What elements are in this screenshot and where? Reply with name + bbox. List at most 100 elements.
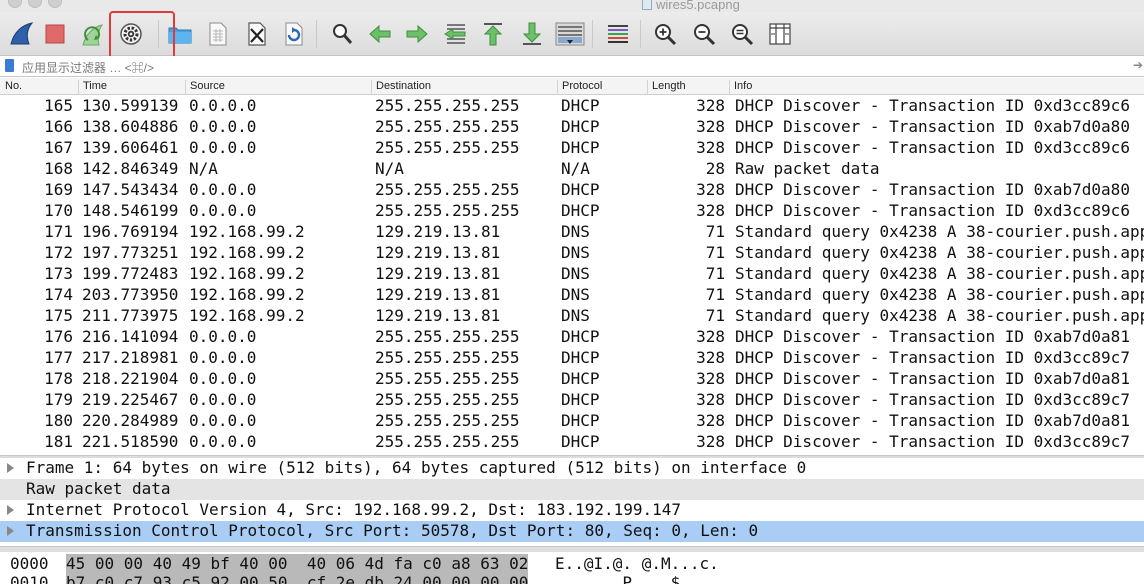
go-to-packet-icon — [444, 24, 466, 44]
packet-source: 0.0.0.0 — [189, 180, 257, 199]
start-capture-button[interactable] — [5, 18, 39, 50]
packet-time: 197.773251 — [82, 243, 179, 262]
packet-protocol: DNS — [561, 243, 590, 262]
packet-time: 147.543434 — [82, 180, 179, 199]
column-header-source[interactable]: Source — [185, 80, 371, 94]
packet-length: 28 — [705, 159, 725, 178]
packet-protocol: DHCP — [561, 411, 600, 430]
detail-row-tcp[interactable]: Transmission Control Protocol, Src Port:… — [0, 521, 1144, 542]
packet-row[interactable]: 172 197.773251 192.168.99.2 129.219.13.81 DN… — [0, 243, 1144, 264]
column-header-length[interactable]: Length — [647, 80, 729, 94]
packet-row[interactable]: 169 147.543434 0.0.0.0 255.255.255.255 DHCP 3… — [0, 180, 1144, 201]
go-back-button[interactable] — [363, 18, 397, 50]
packet-source: 0.0.0.0 — [189, 411, 257, 430]
expand-arrow-icon[interactable] — [7, 505, 14, 515]
minimize-window-button[interactable] — [28, 0, 42, 8]
filter-expression-arrow-icon[interactable]: ➔ — [1133, 58, 1143, 72]
display-filter-input[interactable]: 应用显示过滤器 … <⌘/> — [22, 59, 154, 76]
packet-row[interactable]: 166 138.604886 0.0.0.0 255.255.255.255 DHCP 3… — [0, 117, 1144, 138]
packet-row[interactable]: 167 139.606461 0.0.0.0 255.255.255.255 DHCP 3… — [0, 138, 1144, 159]
normal-size-button[interactable] — [725, 18, 759, 50]
zoom-out-button[interactable] — [687, 18, 721, 50]
column-header-time[interactable]: Time — [78, 80, 185, 94]
packet-row[interactable]: 180 220.284989 0.0.0.0 255.255.255.255 DHCP 3… — [0, 411, 1144, 432]
zoom-window-button[interactable] — [48, 0, 62, 8]
packet-row[interactable]: 177 217.218981 0.0.0.0 255.255.255.255 DHCP 3… — [0, 348, 1144, 369]
column-header-destination[interactable]: Destination — [371, 80, 557, 94]
expand-arrow-icon[interactable] — [7, 463, 14, 473]
reload-file-button[interactable] — [276, 18, 310, 50]
save-file-icon — [209, 22, 227, 46]
go-forward-icon — [406, 24, 428, 44]
packet-row[interactable]: 176 216.141094 0.0.0.0 255.255.255.255 DHCP 3… — [0, 327, 1144, 348]
packet-row[interactable]: 165 130.599139 0.0.0.0 255.255.255.255 DHCP 3… — [0, 96, 1144, 117]
stop-capture-button[interactable] — [38, 18, 72, 50]
find-packet-button[interactable] — [325, 18, 359, 50]
packet-protocol: DHCP — [561, 348, 600, 367]
display-filter-bar[interactable]: 应用显示过滤器 … <⌘/> ➔ — [0, 56, 1144, 77]
packet-protocol: N/A — [561, 159, 590, 178]
packet-row[interactable]: 170 148.546199 0.0.0.0 255.255.255.255 DHCP 3… — [0, 201, 1144, 222]
packet-info: Standard query 0x4238 A 38-courier.push.… — [735, 264, 1144, 283]
detail-row-ipv4[interactable]: Internet Protocol Version 4, Src: 192.16… — [0, 500, 1144, 521]
packet-no: 180 — [44, 411, 73, 430]
auto-scroll-button[interactable] — [553, 18, 587, 50]
packet-list: 165 130.599139 0.0.0.0 255.255.255.255 DHCP 3… — [0, 96, 1144, 452]
packet-length: 328 — [696, 180, 725, 199]
packet-protocol: DHCP — [561, 96, 600, 115]
packet-row[interactable]: 181 221.518590 0.0.0.0 255.255.255.255 DHCP 3… — [0, 432, 1144, 452]
packet-row[interactable]: 175 211.773975 192.168.99.2 129.219.13.81 DN… — [0, 306, 1144, 327]
window-title-text: wires5.pcapng — [656, 0, 740, 12]
save-file-button[interactable] — [200, 18, 234, 50]
bytes-ascii: E..@I.@. @.M...c. — [555, 554, 719, 573]
packet-protocol: DHCP — [561, 180, 600, 199]
packet-info: DHCP Discover - Transaction ID 0xd3cc89c… — [735, 432, 1130, 451]
document-icon — [642, 0, 652, 10]
packet-row[interactable]: 168 142.846349 N/A N/A N/A 28 Raw packet data — [0, 159, 1144, 180]
detail-row-raw[interactable]: Raw packet data — [0, 479, 1144, 500]
go-forward-button[interactable] — [400, 18, 434, 50]
go-to-packet-button[interactable] — [438, 18, 472, 50]
packet-destination: 255.255.255.255 — [375, 348, 520, 367]
packet-details-pane: Frame 1: 64 bytes on wire (512 bits), 64… — [0, 458, 1144, 546]
packet-source: 0.0.0.0 — [189, 348, 257, 367]
packet-row[interactable]: 171 196.769194 192.168.99.2 129.219.13.81 DN… — [0, 222, 1144, 243]
packet-row[interactable]: 178 218.221904 0.0.0.0 255.255.255.255 DHCP 3… — [0, 369, 1144, 390]
close-file-button[interactable] — [239, 18, 273, 50]
packet-time: 130.599139 — [82, 96, 179, 115]
packet-length: 328 — [696, 327, 725, 346]
packet-info: DHCP Discover - Transaction ID 0xab7d0a8… — [735, 411, 1130, 430]
expand-arrow-icon[interactable] — [7, 526, 14, 536]
column-header-no[interactable]: No. — [0, 80, 78, 94]
column-header-protocol[interactable]: Protocol — [557, 80, 647, 94]
packet-protocol: DHCP — [561, 432, 600, 451]
column-header-info[interactable]: Info — [729, 80, 1144, 94]
packet-row[interactable]: 173 199.772483 192.168.99.2 129.219.13.81 DN… — [0, 264, 1144, 285]
toolbar-separator — [640, 20, 641, 48]
packet-row[interactable]: 174 203.773950 192.168.99.2 129.219.13.81 DN… — [0, 285, 1144, 306]
detail-row-frame[interactable]: Frame 1: 64 bytes on wire (512 bits), 64… — [0, 458, 1144, 479]
packet-no: 166 — [44, 117, 73, 136]
packet-source: 0.0.0.0 — [189, 117, 257, 136]
packet-destination: 255.255.255.255 — [375, 180, 520, 199]
zoom-in-button[interactable] — [648, 18, 682, 50]
packet-time: 216.141094 — [82, 327, 179, 346]
packet-time: 148.546199 — [82, 201, 179, 220]
close-window-button[interactable] — [8, 0, 22, 8]
colorize-button[interactable] — [601, 18, 635, 50]
packet-destination: 255.255.255.255 — [375, 390, 520, 409]
go-first-packet-button[interactable] — [476, 18, 510, 50]
resize-columns-button[interactable] — [763, 18, 797, 50]
bytes-offset: 0000 — [10, 554, 49, 573]
packet-source: 0.0.0.0 — [189, 432, 257, 451]
packet-info: Standard query 0x4238 A 38-courier.push.… — [735, 285, 1144, 304]
bytes-row[interactable]: 0010 b7 c0 c7 93 c5 92 00 50 cf 2e db 24… — [0, 573, 1144, 584]
restart-capture-button[interactable] — [76, 18, 110, 50]
packet-no: 170 — [44, 201, 73, 220]
filter-bookmark-icon[interactable] — [5, 59, 14, 72]
bytes-row[interactable]: 0000 45 00 00 40 49 bf 40 00 40 06 4d fa… — [0, 554, 1144, 575]
packet-row[interactable]: 179 219.225467 0.0.0.0 255.255.255.255 DHCP 3… — [0, 390, 1144, 411]
packet-source: 0.0.0.0 — [189, 369, 257, 388]
go-last-packet-button[interactable] — [515, 18, 549, 50]
packet-protocol: DHCP — [561, 117, 600, 136]
